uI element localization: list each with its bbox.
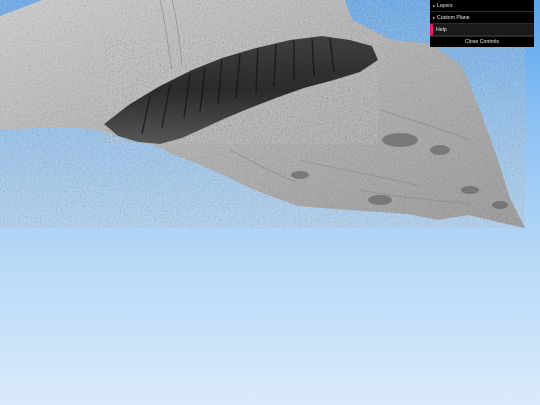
custom-plane-folder-label: Custom Plane xyxy=(437,15,470,21)
help-label: Help xyxy=(436,27,447,33)
close-controls-button[interactable]: Close Controls xyxy=(430,36,534,47)
caret-right-icon: ▸ xyxy=(433,3,436,8)
layers-folder-label: Layers xyxy=(437,3,453,9)
controls-panel: ▸ Layers ▸ Custom Plane Help Close Control… xyxy=(430,0,534,47)
terrain-scene xyxy=(0,0,525,228)
3d-terrain-viewport[interactable] xyxy=(0,0,540,405)
custom-plane-folder[interactable]: ▸ Custom Plane xyxy=(430,12,534,24)
caret-right-icon: ▸ xyxy=(433,15,436,20)
layers-folder[interactable]: ▸ Layers xyxy=(430,0,534,12)
help-item[interactable]: Help xyxy=(430,24,534,36)
